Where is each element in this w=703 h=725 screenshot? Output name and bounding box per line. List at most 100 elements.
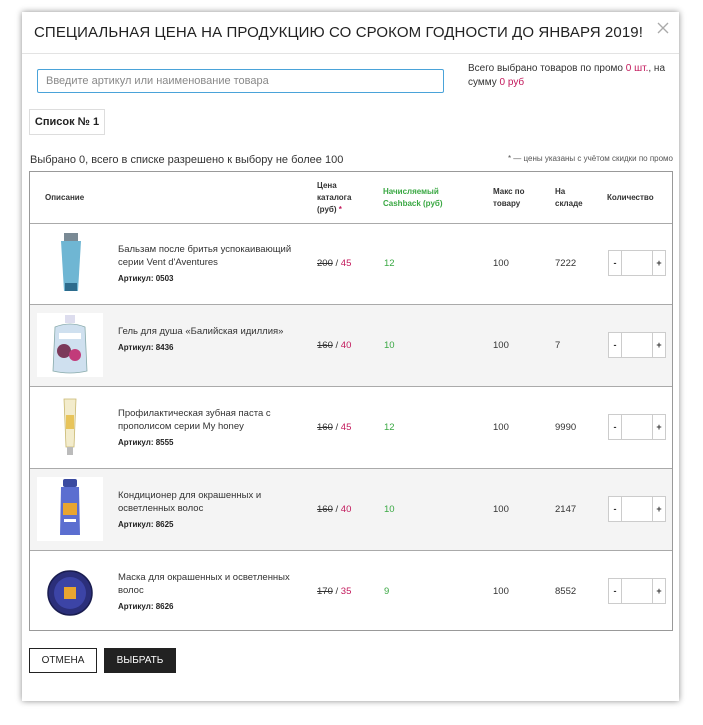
header-price-star: * <box>336 205 342 214</box>
product-sku: Артикул: 8625 <box>118 520 174 529</box>
cashback-value: 10 <box>384 340 395 351</box>
header-stock: На складе <box>555 186 583 210</box>
quantity-input[interactable] <box>621 415 653 439</box>
decrement-button[interactable]: - <box>609 251 621 275</box>
product-description: Бальзам после бритья успокаивающий серии… <box>118 243 308 285</box>
cashback-value: 12 <box>384 258 395 269</box>
price-separator: / <box>332 504 341 515</box>
product-sku: Артикул: 0503 <box>118 274 174 283</box>
header-price-unit: (руб) <box>317 205 337 214</box>
decrement-button[interactable]: - <box>609 333 621 357</box>
max-value: 100 <box>493 422 509 433</box>
product-image-aftershave <box>37 231 103 295</box>
promo-summary: Всего выбрано товаров по промо 0 шт., на… <box>468 62 673 90</box>
promo-summary-text: Всего выбрано товаров по промо <box>468 63 626 74</box>
table-row: Кондиционер для окрашенных и осветленных… <box>30 469 672 551</box>
header-description: Описание <box>45 193 85 202</box>
cancel-button[interactable]: ОТМЕНА <box>29 648 97 673</box>
increment-button[interactable]: + <box>653 415 665 439</box>
increment-button[interactable]: + <box>653 251 665 275</box>
price-separator: / <box>332 586 341 597</box>
product-image-shower-gel <box>37 313 103 377</box>
quantity-input[interactable] <box>621 251 653 275</box>
new-price: 40 <box>340 340 352 351</box>
table-row: Гель для душа «Балийская идиллия» Артику… <box>30 305 672 387</box>
max-value: 100 <box>493 504 509 515</box>
header-price-line1: Цена <box>317 181 337 190</box>
cashback-value: 12 <box>384 422 395 433</box>
table-row: Маска для окрашенных и осветленных волос… <box>30 551 672 633</box>
old-price: 160 <box>317 504 333 515</box>
old-price: 170 <box>317 586 333 597</box>
quantity-stepper: - + <box>608 578 666 604</box>
stock-value: 8552 <box>555 586 577 597</box>
max-value: 100 <box>493 258 509 269</box>
product-description: Профилактическая зубная паста с прополис… <box>118 407 308 449</box>
header-cashback: Начисляемый Cashback (руб) <box>383 186 443 210</box>
header-max: Макс по товару <box>493 186 525 210</box>
quantity-stepper: - + <box>608 496 666 522</box>
close-icon[interactable] <box>655 20 671 36</box>
header-max-line1: Макс по <box>493 187 525 196</box>
header-cashback-line1: Начисляемый <box>383 187 439 196</box>
product-image-toothpaste <box>37 395 103 459</box>
max-value: 100 <box>493 340 509 351</box>
decrement-button[interactable]: - <box>609 579 621 603</box>
increment-button[interactable]: + <box>653 497 665 521</box>
product-price: 160 / 45 <box>317 422 351 433</box>
header-max-line2: товару <box>493 199 521 208</box>
product-price: 160 / 40 <box>317 340 351 351</box>
cashback-value: 10 <box>384 504 395 515</box>
old-price: 200 <box>317 258 333 269</box>
promo-sum: 0 руб <box>499 77 525 88</box>
selection-info: Выбрано 0, всего в списке разрешено к вы… <box>30 154 344 166</box>
stock-value: 7222 <box>555 258 577 269</box>
stock-value: 2147 <box>555 504 577 515</box>
price-separator: / <box>332 258 341 269</box>
new-price: 35 <box>340 586 352 597</box>
product-name: Профилактическая зубная паста с прополис… <box>118 408 271 432</box>
stock-value: 9990 <box>555 422 577 433</box>
select-button[interactable]: ВЫБРАТЬ <box>104 648 176 673</box>
promo-dialog: СПЕЦИАЛЬНАЯ ЦЕНА НА ПРОДУКЦИЮ СО СРОКОМ … <box>22 12 679 701</box>
header-price-line3: (руб) * <box>317 204 351 216</box>
product-image-hair-mask <box>37 559 103 623</box>
new-price: 45 <box>340 422 352 433</box>
header-stock-line1: На <box>555 187 566 196</box>
header-price: Цена каталога (руб) * <box>317 180 351 216</box>
product-name: Бальзам после бритья успокаивающий серии… <box>118 244 292 268</box>
tab-list-1[interactable]: Список № 1 <box>29 109 105 135</box>
old-price: 160 <box>317 340 333 351</box>
product-sku: Артикул: 8555 <box>118 438 174 447</box>
decrement-button[interactable]: - <box>609 497 621 521</box>
products-table: Описание Цена каталога (руб) * Начисляем… <box>29 171 673 631</box>
product-sku: Артикул: 8436 <box>118 343 174 352</box>
table-row: Бальзам после бритья успокаивающий серии… <box>30 223 672 305</box>
cashback-value: 9 <box>384 586 390 597</box>
new-price: 40 <box>340 504 352 515</box>
quantity-input[interactable] <box>621 579 653 603</box>
search-input[interactable] <box>37 69 444 93</box>
increment-button[interactable]: + <box>653 333 665 357</box>
decrement-button[interactable]: - <box>609 415 621 439</box>
product-image-conditioner <box>37 477 103 541</box>
product-name: Кондиционер для окрашенных и осветленных… <box>118 490 262 514</box>
quantity-stepper: - + <box>608 414 666 440</box>
stock-value: 7 <box>555 340 561 351</box>
product-description: Гель для душа «Балийская идиллия» Артику… <box>118 325 308 354</box>
price-separator: / <box>332 340 341 351</box>
increment-button[interactable]: + <box>653 579 665 603</box>
product-price: 160 / 40 <box>317 504 351 515</box>
product-name: Гель для душа «Балийская идиллия» <box>118 326 284 337</box>
header-cashback-line2: Cashback (руб) <box>383 199 443 208</box>
table-row: Профилактическая зубная паста с прополис… <box>30 387 672 469</box>
table-header: Описание Цена каталога (руб) * Начисляем… <box>30 172 672 224</box>
quantity-input[interactable] <box>621 333 653 357</box>
product-sku: Артикул: 8626 <box>118 602 174 611</box>
old-price: 160 <box>317 422 333 433</box>
new-price: 45 <box>340 258 352 269</box>
header-quantity: Количество <box>607 193 654 202</box>
product-description: Кондиционер для окрашенных и осветленных… <box>118 489 308 531</box>
product-name: Маска для окрашенных и осветленных волос <box>118 572 290 596</box>
quantity-input[interactable] <box>621 497 653 521</box>
